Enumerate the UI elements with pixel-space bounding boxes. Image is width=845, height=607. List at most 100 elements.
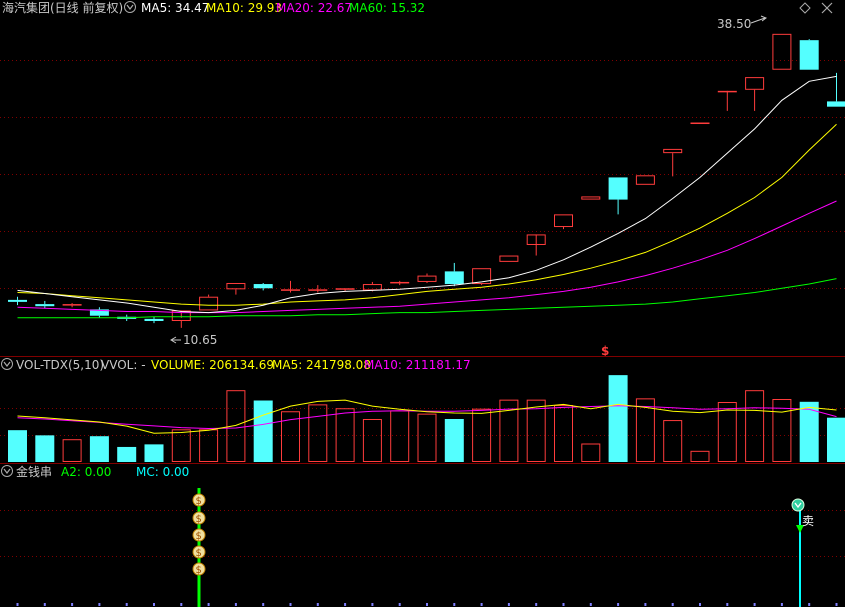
low-price-label: 10.65 (183, 333, 217, 347)
axis-tick (207, 603, 210, 606)
candle-body-up (717, 90, 737, 93)
signal-panel-toggle-icon[interactable] (1, 465, 13, 477)
axis-tick (589, 603, 592, 606)
candle-body-down (8, 299, 27, 302)
axis-tick (234, 603, 237, 606)
money-bag-glyph: $ (196, 514, 202, 525)
candle-body-down (608, 177, 628, 200)
signal-panel-title: 金钱串 (16, 464, 52, 479)
a2-legend: A2: 0.00 (61, 465, 111, 479)
volume-bar-up (308, 404, 328, 463)
low-price-arrow (170, 336, 181, 344)
axis-tick (453, 603, 456, 606)
candle-body-up (663, 148, 683, 154)
axis-tick (125, 603, 128, 606)
ma20-line (17, 200, 837, 314)
axis-tick (726, 603, 729, 606)
candle-body-up (62, 304, 82, 306)
axis-tick (398, 603, 401, 606)
candle-body-up (199, 296, 219, 311)
volume-bar-series (8, 375, 845, 463)
volume-ma5-legend: MA5: 241798.08 (272, 358, 371, 372)
candle-body-up (281, 289, 300, 291)
volume-ma-lines (17, 399, 837, 434)
volume-bar-down (608, 375, 628, 462)
close-icon[interactable] (821, 2, 833, 14)
money-bag-glyph: $ (196, 496, 202, 507)
sell-badge-icon (791, 498, 805, 512)
axis-tick (507, 603, 510, 606)
volume-bar-down (117, 446, 137, 462)
axis-tick (644, 603, 647, 606)
candle-body-up (226, 282, 246, 290)
stock-chart[interactable]: 海汽集团(日线 前复权) MA5: 34.47 MA10: 29.93 MA20… (0, 0, 845, 607)
candle-body-down (144, 318, 164, 321)
axis-tick (562, 603, 565, 606)
ma10-line (17, 123, 837, 306)
axis-tick (835, 603, 838, 606)
candle-body-down (827, 101, 845, 107)
mc-legend: MC: 0.00 (136, 465, 189, 479)
volume-bar-up (472, 408, 492, 462)
candle-body-up (772, 33, 792, 70)
volume-bar-up (554, 405, 573, 462)
grid-lines (0, 60, 845, 557)
candle-body-up (308, 289, 328, 291)
axis-tick (262, 603, 265, 606)
main-panel-toggle-icon[interactable] (124, 1, 136, 13)
volume-bar-up (526, 399, 546, 462)
axis-tick (671, 603, 674, 606)
axis-tick (535, 603, 538, 606)
high-price-arrow (750, 15, 768, 24)
volume-bar-down (35, 435, 55, 462)
volume-ma5-line (17, 399, 837, 434)
axis-tick (316, 603, 319, 606)
volume-bar-up (417, 413, 437, 462)
diamond-icon[interactable] (799, 2, 811, 14)
volume-panel-toggle-icon[interactable] (1, 358, 13, 370)
money-bag-glyph: $ (196, 548, 202, 559)
sell-label: 卖 (802, 514, 814, 528)
volume-bar-up (663, 420, 683, 463)
candle-body-up (362, 284, 382, 291)
candle-body-up (554, 214, 573, 228)
volume-ma10-line (17, 405, 837, 430)
axis-tick (371, 603, 374, 606)
main-panel-title: 海汽集团(日线 前复权) (2, 0, 123, 15)
axis-tick (699, 603, 701, 606)
axis-tick (16, 603, 19, 606)
axis-tick (43, 603, 46, 606)
vvol-legend: VVOL: - (101, 358, 146, 372)
volume-bar-up (745, 390, 765, 462)
money-bag-glyph: $ (196, 565, 202, 576)
axis-tick (753, 603, 756, 606)
volume-panel-title: VOL-TDX(5,10) (16, 358, 104, 372)
money-bag-icons: $ $ $ $ $ (192, 493, 206, 576)
volume-bar-up (362, 419, 382, 462)
candle-body-up (417, 275, 437, 282)
candle-body-up (335, 288, 355, 290)
candle-body-up (635, 175, 655, 185)
ma5-legend: MA5: 34.47 (141, 1, 209, 15)
axis-tick (153, 603, 155, 606)
volume-bar-down (89, 436, 109, 462)
volume-bar-down (144, 444, 164, 462)
volume-bar-up (199, 429, 219, 463)
axis-tick (808, 603, 811, 606)
axis-tick (426, 603, 428, 606)
sell-signal: 卖 (791, 498, 814, 607)
ma20-legend: MA20: 22.67 (276, 1, 352, 15)
candle-body-up (745, 77, 765, 90)
high-price-label: 38.50 (717, 17, 751, 31)
axis-tick (71, 603, 74, 606)
axis-tick (289, 603, 292, 606)
volume-ma10-legend: MA10: 211181.17 (364, 358, 471, 372)
volume-bar-down (8, 430, 27, 462)
candle-body-down (35, 304, 55, 307)
axis-tick (98, 603, 101, 606)
volume-bar-up (717, 402, 737, 463)
candlestick-series (8, 33, 845, 328)
volume-legend: VOLUME: 206134.69 (151, 358, 274, 372)
candle-body-up (499, 255, 519, 262)
axis-tick (617, 603, 620, 606)
